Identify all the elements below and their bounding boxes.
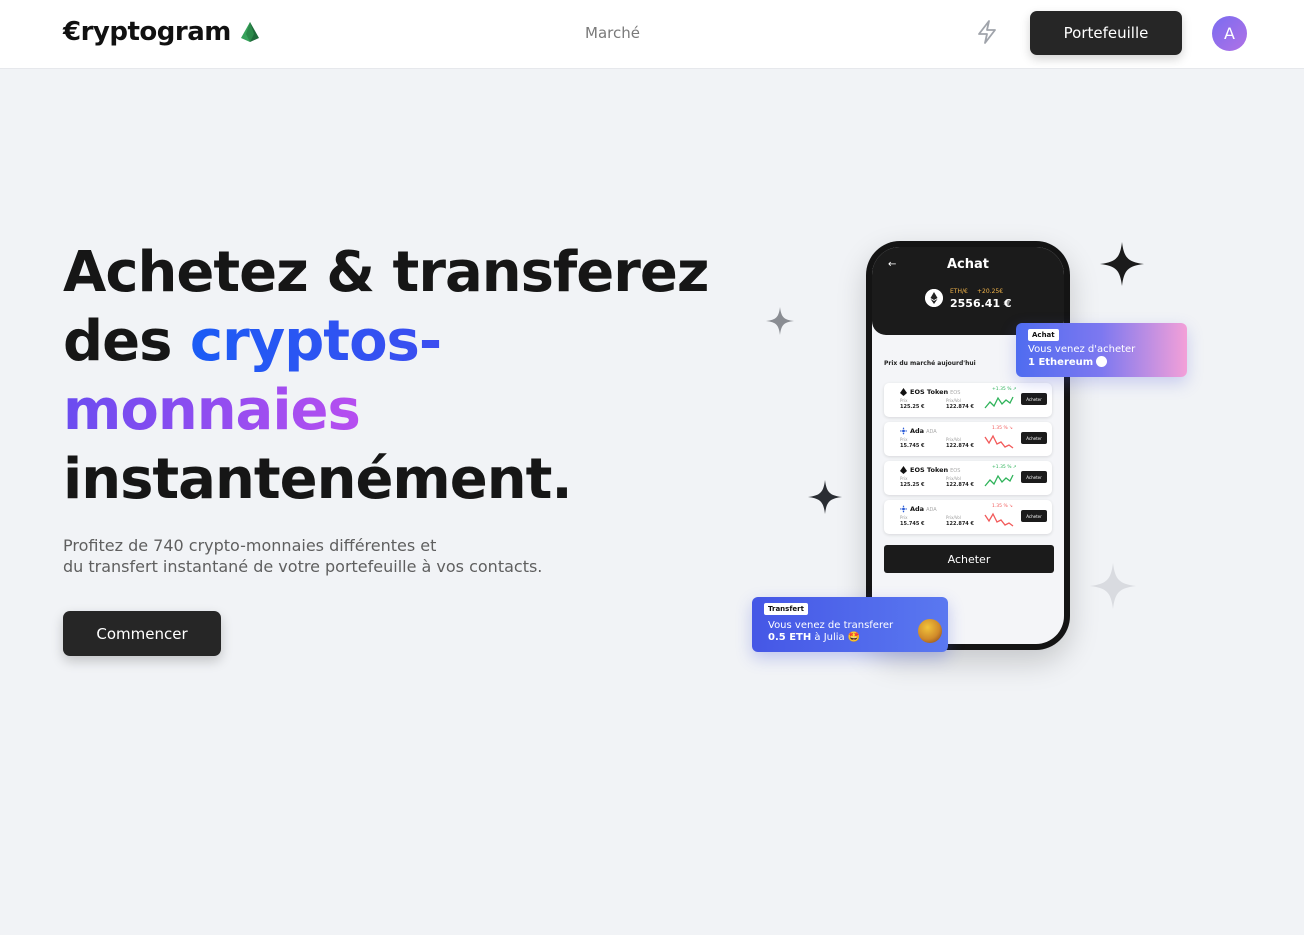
ethereum-icon [1096, 356, 1108, 367]
ada-icon [900, 505, 907, 513]
market-section-title: Prix du marché aujourd'hui [884, 360, 976, 367]
wallet-button[interactable]: Portefeuille [1030, 11, 1182, 55]
toast-transfer-line1: Vous venez de transferer [768, 620, 894, 631]
coin-name: Ada ADA [910, 505, 937, 513]
price-value: 125.25 € [900, 482, 925, 488]
coin-ticker: ADA [926, 507, 937, 513]
phone-pair: ETH/€ [950, 288, 968, 295]
toast-transfer-recipient: à Julia 🤩 [811, 632, 861, 643]
ada-icon [900, 427, 907, 435]
row-buy-button[interactable]: Acheter [1021, 432, 1047, 444]
sparkle-icon [1100, 242, 1144, 286]
toast-purchase-tag: Achat [1028, 329, 1059, 341]
price-label: Prix [900, 437, 908, 442]
volume-label: Prix/Vol [946, 476, 961, 481]
brand-logo[interactable]: €ryptogram [63, 17, 259, 47]
hero-subtitle-line1: Profitez de 740 crypto-monnaies différen… [63, 536, 437, 555]
price-value: 15.745 € [900, 521, 925, 527]
nav-link-market[interactable]: Marché [585, 24, 640, 42]
hero-subtitle: Profitez de 740 crypto-monnaies différen… [63, 535, 623, 577]
market-row[interactable]: Ada ADA Prix 15.745 € Prix/Vol 122.874 €1.35 … [884, 500, 1052, 534]
toast-transfer-text: Vous venez de transferer 0.5 ETH à Julia… [768, 620, 893, 644]
toast-transfer-amount: 0.5 ETH [768, 632, 812, 643]
coin-name: Ada ADA [910, 427, 937, 435]
market-row[interactable]: EOS Token EOS Prix 125.25 € Prix/Vol 122.874 … [884, 461, 1052, 495]
hero-title-gradient-2: monnaies [63, 378, 361, 443]
phone-header: ← Achat ETH/€ +20.25€ 2556.41 € [872, 247, 1064, 335]
phone-buy-button[interactable]: Acheter [884, 545, 1054, 573]
bolt-icon[interactable] [975, 19, 999, 45]
phone-title: Achat [946, 257, 989, 272]
hero-title-line1: Achetez & transferez [63, 240, 709, 305]
sparkle-icon [766, 307, 794, 335]
phone-mockup: ← Achat ETH/€ +20.25€ 2556.41 € Prix du … [866, 241, 1070, 650]
eos-icon [900, 466, 907, 474]
hero-title-line4: instantenément. [63, 447, 573, 512]
sparkle-icon [808, 480, 842, 514]
toast-purchase-line1: Vous venez d'acheter [1028, 344, 1136, 355]
change-percent: +1.35 % ↗ [992, 465, 1017, 470]
volume-value: 122.874 € [946, 521, 974, 527]
phone-screen: ← Achat ETH/€ +20.25€ 2556.41 € Prix du … [872, 247, 1064, 644]
coin-ticker: EOS [950, 468, 961, 474]
market-row[interactable]: Ada ADA Prix 15.745 € Prix/Vol 122.874 €1.35 … [884, 422, 1052, 456]
hero-title-line2-prefix: des [63, 309, 190, 374]
coin-name: EOS Token EOS [910, 466, 960, 474]
sparkline-chart [984, 512, 1014, 527]
price-value: 15.745 € [900, 443, 925, 449]
row-buy-button[interactable]: Acheter [1021, 471, 1047, 483]
sparkline-chart [984, 396, 1014, 409]
change-percent: +1.35 % ↗ [992, 387, 1017, 392]
change-percent: 1.35 % ↘ [992, 426, 1013, 431]
coin-ticker: ADA [926, 429, 937, 435]
volume-value: 122.874 € [946, 482, 974, 488]
volume-value: 122.874 € [946, 443, 974, 449]
volume-label: Prix/Vol [946, 437, 961, 442]
coin-name: EOS Token EOS [910, 388, 960, 396]
top-nav: €ryptogram Marché Portefeuille A [0, 0, 1304, 69]
phone-change: +20.25€ [977, 288, 1004, 295]
row-buy-button[interactable]: Acheter [1021, 393, 1047, 405]
coin-name-text: EOS Token [910, 388, 949, 396]
volume-value: 122.874 € [946, 404, 974, 410]
toast-purchase: Achat Vous venez d'acheter 1 Ethereum [1016, 323, 1187, 377]
hero-subtitle-line2: du transfert instantané de votre portefe… [63, 557, 543, 576]
coin-name-text: Ada [910, 427, 925, 435]
recipient-avatar [918, 619, 942, 643]
coin-name-text: EOS Token [910, 466, 949, 474]
hero-title: Achetez & transferez des cryptos- monnai… [63, 238, 723, 514]
price-label: Prix [900, 476, 908, 481]
change-percent: 1.35 % ↘ [992, 504, 1013, 509]
hero-title-gradient-1: cryptos- [189, 309, 442, 374]
price-label: Prix [900, 515, 908, 520]
market-row[interactable]: EOS Token EOS Prix 125.25 € Prix/Vol 122.874 … [884, 383, 1052, 417]
start-button[interactable]: Commencer [63, 611, 221, 656]
price-value: 125.25 € [900, 404, 925, 410]
phone-price: 2556.41 € [950, 297, 1012, 310]
sparkle-icon [1090, 563, 1136, 609]
toast-purchase-text: Vous venez d'acheter 1 Ethereum [1028, 344, 1135, 369]
sparkline-chart [984, 474, 1014, 487]
user-avatar[interactable]: A [1212, 16, 1247, 51]
volume-label: Prix/Vol [946, 515, 961, 520]
coin-ticker: EOS [950, 390, 961, 396]
sparkline-chart [984, 434, 1014, 449]
eos-icon [900, 388, 907, 396]
coin-name-text: Ada [910, 505, 925, 513]
volume-label: Prix/Vol [946, 398, 961, 403]
gem-icon [240, 22, 259, 42]
ethereum-icon [925, 289, 943, 307]
toast-transfer-tag: Transfert [764, 603, 808, 615]
toast-purchase-line2: 1 Ethereum [1028, 357, 1094, 368]
brand-name: €ryptogram [63, 17, 231, 47]
row-buy-button[interactable]: Acheter [1021, 510, 1047, 522]
price-label: Prix [900, 398, 908, 403]
